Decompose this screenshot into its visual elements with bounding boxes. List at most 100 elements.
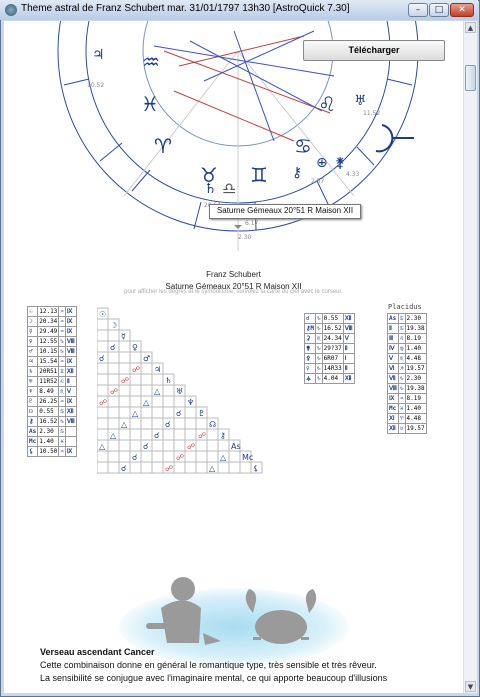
house-cell-h: Ⅸ bbox=[387, 393, 399, 404]
aspect-cell bbox=[195, 439, 208, 452]
extra-cell-h: Ⅱ bbox=[342, 343, 355, 354]
interpretation-title: Verseau ascendant Cancer bbox=[40, 647, 155, 657]
aspect-cell bbox=[97, 384, 109, 397]
extra-row: ⚷M ♑ 16.52 Ⅷ bbox=[303, 323, 355, 334]
aspect-mark-icon: △ bbox=[220, 453, 227, 462]
extra-cell-deg: 29?37 bbox=[321, 343, 344, 354]
extra-cell-s: ♑ bbox=[315, 323, 323, 334]
aspect-cell bbox=[118, 351, 131, 364]
house-cell-s: ♉ bbox=[397, 423, 406, 434]
aspect-cell bbox=[107, 395, 120, 408]
maximize-button[interactable]: □ bbox=[429, 3, 449, 17]
aspect-mark-icon: ☍ bbox=[99, 398, 107, 407]
planet-row: ♃ 15.54 ♒ Ⅸ bbox=[26, 356, 77, 367]
aspect-cell bbox=[217, 461, 230, 474]
title-bar[interactable]: Theme astral de Franz Schubert mar. 31/0… bbox=[0, 0, 478, 20]
planet-cell-g: Mc bbox=[26, 436, 39, 447]
aspect-cell bbox=[107, 329, 120, 342]
aspect-cell bbox=[97, 461, 109, 474]
person-name: Franz Schubert bbox=[206, 270, 261, 279]
house-row: Ⅳ ♍ 1.40 bbox=[387, 343, 427, 354]
planet-cell-deg: 12.55 bbox=[37, 336, 60, 347]
house-cell-deg: 19.38 bbox=[404, 323, 427, 334]
aspect-mark-icon: ☌ bbox=[165, 420, 170, 429]
planet-cell-g: ⚷ bbox=[26, 416, 39, 427]
aspect-cell bbox=[107, 417, 120, 430]
extra-cell-s: ♑ bbox=[315, 363, 323, 374]
aspect-cell bbox=[140, 406, 153, 419]
aspect-cell bbox=[173, 417, 186, 430]
aspect-diagonal-glyph: ☽ bbox=[110, 321, 117, 330]
extra-cell-g: ⚶ bbox=[303, 373, 317, 384]
aspect-cell bbox=[107, 351, 120, 364]
aspect-cell bbox=[97, 362, 109, 375]
aspect-mark-icon: ☍ bbox=[176, 453, 184, 462]
house-cell-s: ♑ bbox=[397, 383, 406, 394]
scroll-down-icon[interactable]: ▼ bbox=[465, 681, 476, 692]
aspect-cell bbox=[97, 406, 109, 419]
close-button[interactable]: ✕ bbox=[450, 3, 474, 17]
minimize-button[interactable]: – bbox=[408, 3, 428, 17]
planet-saturn-icon: ♄ bbox=[204, 181, 217, 197]
planet-cell-s: ♒ bbox=[58, 356, 66, 367]
scroll-thumb[interactable] bbox=[465, 65, 476, 91]
aspect-cell bbox=[129, 373, 142, 386]
aspect-diagonal-glyph: Mc bbox=[242, 453, 253, 462]
planet-row: ☽ 20.34 ♒ Ⅸ bbox=[26, 316, 77, 327]
aspect-cell bbox=[118, 362, 131, 375]
planet-row: ♂ 10.15 ♑ Ⅷ bbox=[26, 346, 77, 357]
house-row: As ♋ 2.30 bbox=[387, 313, 427, 324]
aspect-mark-icon: ☍ bbox=[121, 376, 129, 385]
aspect-mark-icon: ☍ bbox=[132, 365, 140, 374]
extra-cell-h: Ⅴ bbox=[342, 333, 355, 344]
aspect-cell bbox=[140, 417, 153, 430]
house-cell-deg: 8.19 bbox=[404, 393, 427, 404]
planet-cell-s: ♋ bbox=[58, 406, 66, 417]
aspect-cell bbox=[129, 461, 142, 474]
aspect-cell bbox=[162, 384, 175, 397]
aspect-cell bbox=[173, 395, 186, 408]
planet-cell-deg: 10.15 bbox=[37, 346, 60, 357]
planet-cell-s: ♒ bbox=[58, 316, 66, 327]
scroll-up-icon[interactable]: ▲ bbox=[465, 22, 476, 33]
planet-row: ⚸ 10.50 ♒ Ⅸ bbox=[26, 446, 77, 457]
aspect-cell bbox=[129, 428, 142, 441]
vertical-scrollbar[interactable]: ▲ ▼ bbox=[463, 21, 477, 693]
aspect-cell bbox=[184, 461, 197, 474]
aspect-cell bbox=[140, 373, 153, 386]
planet-cell-h: Ⅸ bbox=[64, 356, 77, 367]
aspect-cell bbox=[140, 450, 153, 463]
aspect-cell bbox=[107, 406, 120, 419]
svg-text:6.17: 6.17 bbox=[245, 220, 259, 227]
planet-tooltip: Saturne Gémeaux 20°51 R Maison XII bbox=[209, 204, 361, 219]
house-cell-h: Ⅳ bbox=[387, 343, 399, 354]
house-cell-s: ♌ bbox=[397, 333, 406, 344]
house-cell-s: ♈ bbox=[397, 413, 406, 424]
aspect-cell bbox=[107, 362, 120, 375]
extra-cell-h: Ⅻ bbox=[342, 313, 355, 324]
planet-cell-s: ♑ bbox=[58, 346, 66, 357]
planet-cell-g: ♇ bbox=[26, 396, 39, 407]
extra-cell-deg: 14R33 bbox=[321, 363, 344, 374]
aspect-mark-icon: △ bbox=[121, 420, 128, 429]
house-cell-deg: 19.57 bbox=[404, 363, 427, 374]
aspect-mark-icon: ☍ bbox=[187, 442, 195, 451]
interpretation-line-2: La sensibilité se conjugue avec l'imagin… bbox=[40, 673, 388, 683]
aspect-cell bbox=[129, 384, 142, 397]
sign-pisces-icon: ♓ bbox=[141, 92, 159, 116]
aspect-diagonal-glyph: ⚸ bbox=[253, 464, 259, 473]
download-button[interactable]: Télécharger bbox=[303, 40, 445, 61]
ascendant-marker-icon bbox=[375, 124, 394, 153]
house-cell-h: Ⅻ bbox=[387, 423, 399, 434]
svg-text:4.33: 4.33 bbox=[346, 171, 360, 178]
house-cell-deg: 1.40 bbox=[404, 403, 427, 414]
planet-cell-deg: 15.54 bbox=[37, 356, 60, 367]
content-area: ♒ ♓ ♈ ♉ ♊ ♋ ♌ ♃ ♅ ♄ ⚷ ⊕ ⚵ 10.52 11.52 2.… bbox=[4, 21, 463, 693]
svg-text:2.30: 2.30 bbox=[238, 234, 252, 241]
planet-cell-g: ♄ bbox=[26, 366, 39, 377]
aspect-grid: ☉☽☿☌ ♀☌ ♂☍ ♃☍ ♄☍ △ ♅☍ △ ♆△ ☌ ♇△ ☌ ☊△ ☌ ☍ ⚷△ ☌ ☍ As☌ ☍ △ Mc☌ ☍ △… bbox=[97, 307, 263, 474]
sign-gemini-icon: ♊ bbox=[250, 163, 268, 187]
aspect-cell bbox=[173, 428, 186, 441]
planet-cell-h: Ⅸ bbox=[64, 316, 77, 327]
planet-cell-s: ♒ bbox=[58, 446, 66, 457]
